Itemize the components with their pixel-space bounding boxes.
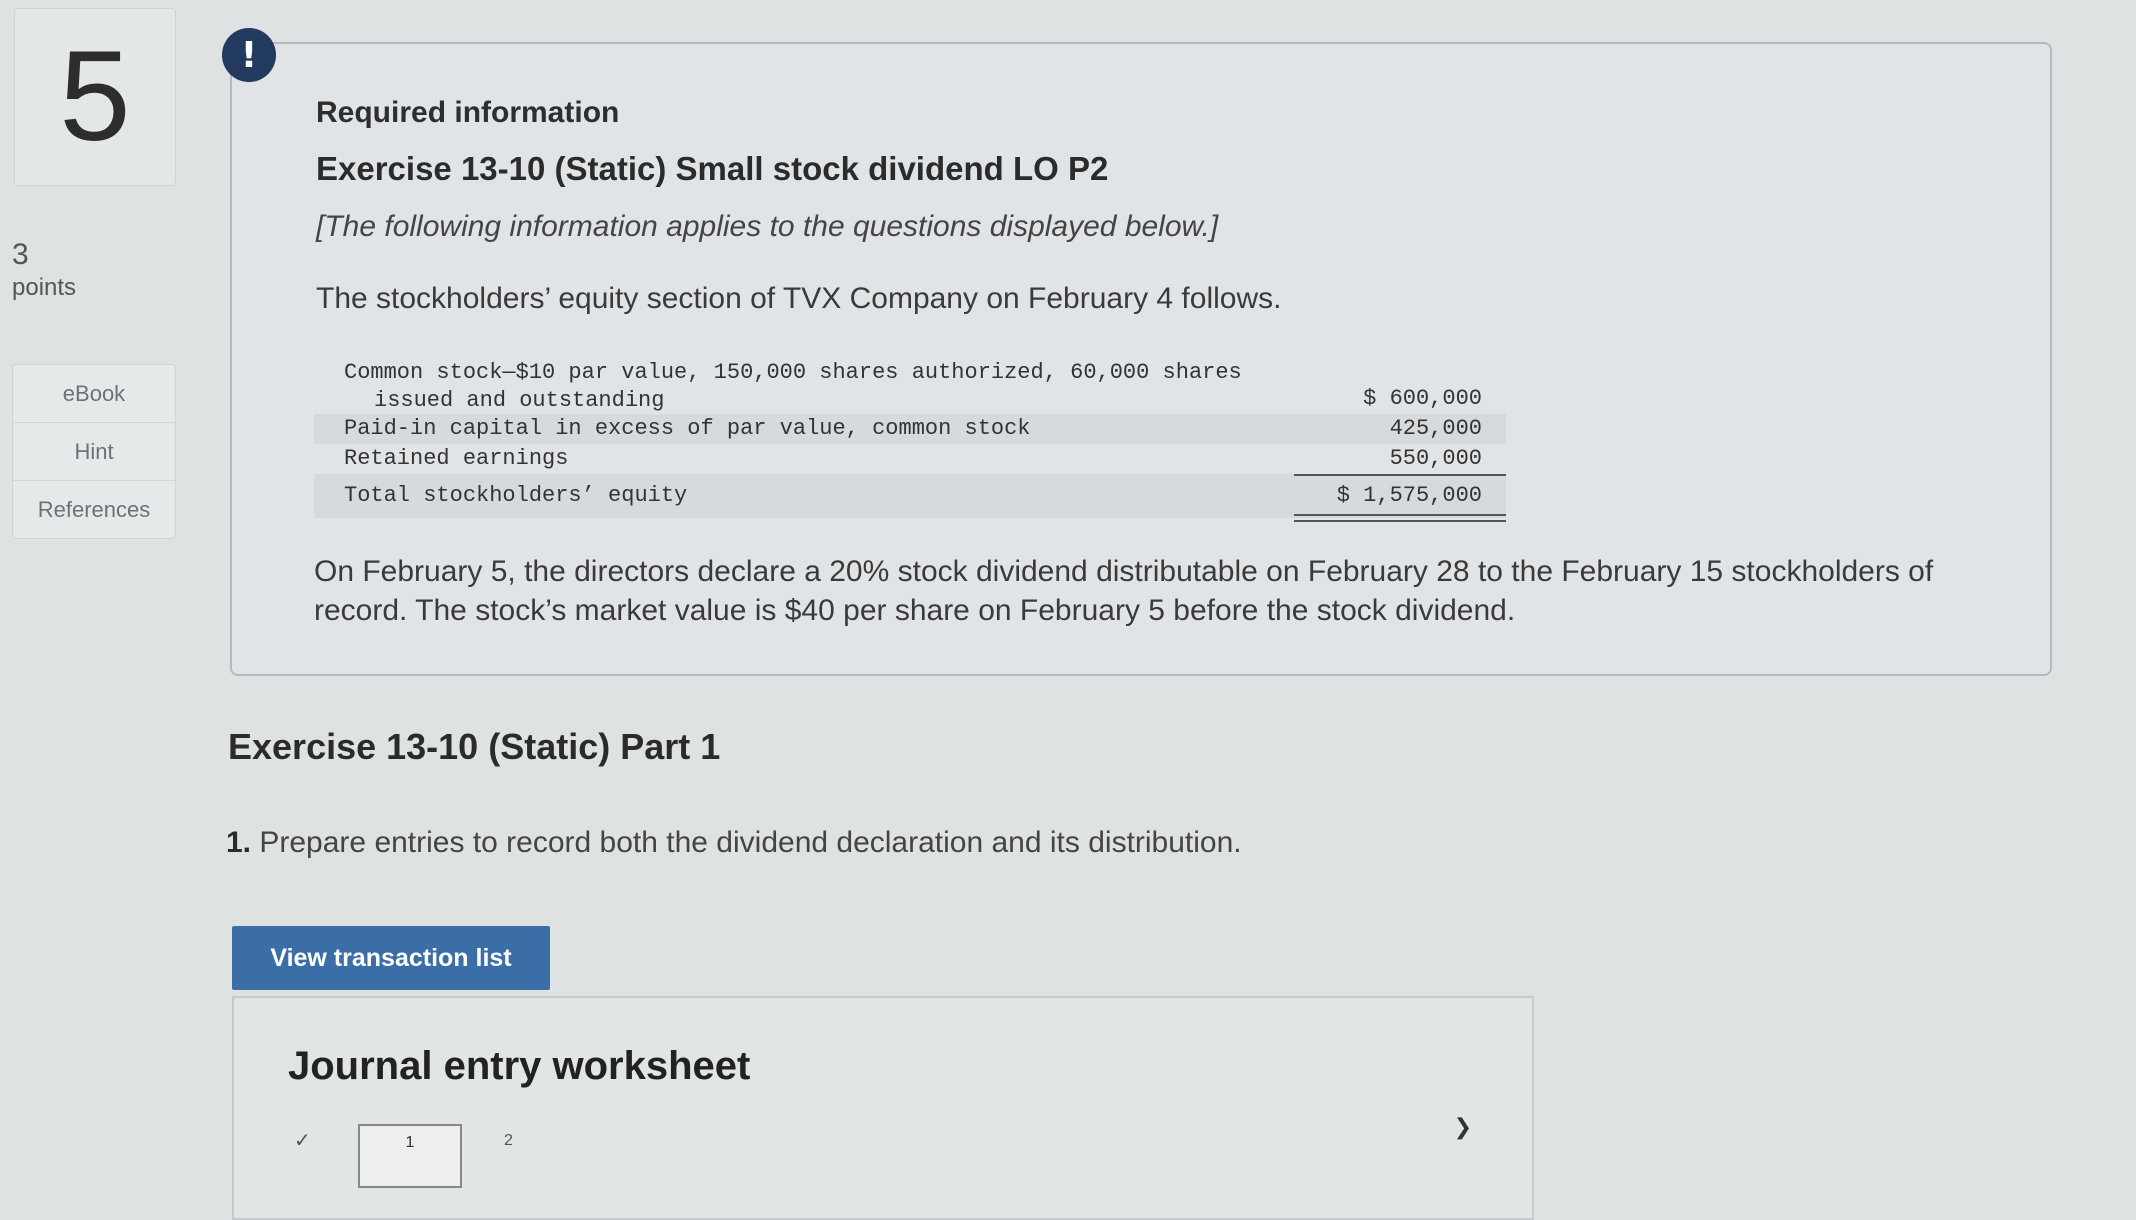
info-note: [The following information applies to th… bbox=[316, 210, 1219, 243]
total-double-rule bbox=[1294, 514, 1506, 522]
points-label: points bbox=[12, 274, 77, 301]
question-number: 5 bbox=[14, 8, 176, 186]
checkmark-icon: ✓ bbox=[294, 1130, 311, 1152]
row-amount: $ 600,000 bbox=[1363, 386, 1482, 411]
chevron-right-icon[interactable]: ❯ bbox=[1454, 1114, 1472, 1140]
row-label: Total stockholders’ equity bbox=[344, 483, 688, 508]
question-prompt: 1. Prepare entries to record both the di… bbox=[226, 826, 1242, 860]
points-indicator: 3 points bbox=[12, 240, 76, 302]
declaration-text: On February 5, the directors declare a 2… bbox=[314, 555, 1934, 627]
exercise-title: Exercise 13-10 (Static) Small stock divi… bbox=[316, 150, 1109, 187]
row-amount: $ 1,575,000 bbox=[1336, 483, 1482, 508]
question-text: Prepare entries to record both the divid… bbox=[259, 826, 1242, 859]
worksheet-title: Journal entry worksheet bbox=[288, 1044, 751, 1088]
row-label: Paid-in capital in excess of par value, … bbox=[344, 416, 1031, 441]
table-row: Paid-in capital in excess of par value, … bbox=[314, 414, 1506, 444]
question-number-label: 1. bbox=[226, 826, 252, 859]
hint-button[interactable]: Hint bbox=[13, 423, 175, 481]
part-title: Exercise 13-10 (Static) Part 1 bbox=[228, 726, 721, 767]
intro-text: The stockholders’ equity section of TVX … bbox=[316, 282, 1282, 315]
row-label-continued: issued and outstanding bbox=[374, 388, 665, 413]
journal-entry-worksheet: Journal entry worksheet ✓ 1 2 ❯ bbox=[232, 996, 1534, 1220]
row-label: Retained earnings bbox=[344, 446, 569, 471]
worksheet-tab-2[interactable]: 2 bbox=[504, 1132, 513, 1150]
table-row: Common stock—$10 par value, 150,000 shar… bbox=[314, 356, 1506, 414]
required-info-heading: Required information bbox=[316, 96, 620, 129]
references-button[interactable]: References bbox=[13, 481, 175, 538]
points-value: 3 bbox=[12, 238, 29, 271]
view-transaction-list-button[interactable]: View transaction list bbox=[232, 926, 550, 990]
table-row-total: Total stockholders’ equity $ 1,575,000 bbox=[314, 474, 1506, 522]
equity-table: Common stock—$10 par value, 150,000 shar… bbox=[314, 356, 1506, 522]
row-label: Common stock—$10 par value, 150,000 shar… bbox=[344, 360, 1242, 385]
side-tools: eBook Hint References bbox=[12, 364, 176, 539]
worksheet-tab-1[interactable]: 1 bbox=[358, 1124, 462, 1188]
row-amount: 550,000 bbox=[1389, 446, 1482, 471]
row-amount: 425,000 bbox=[1389, 416, 1482, 441]
ebook-button[interactable]: eBook bbox=[13, 365, 175, 423]
alert-icon: ! bbox=[222, 28, 276, 82]
table-row: Retained earnings 550,000 bbox=[314, 444, 1506, 474]
